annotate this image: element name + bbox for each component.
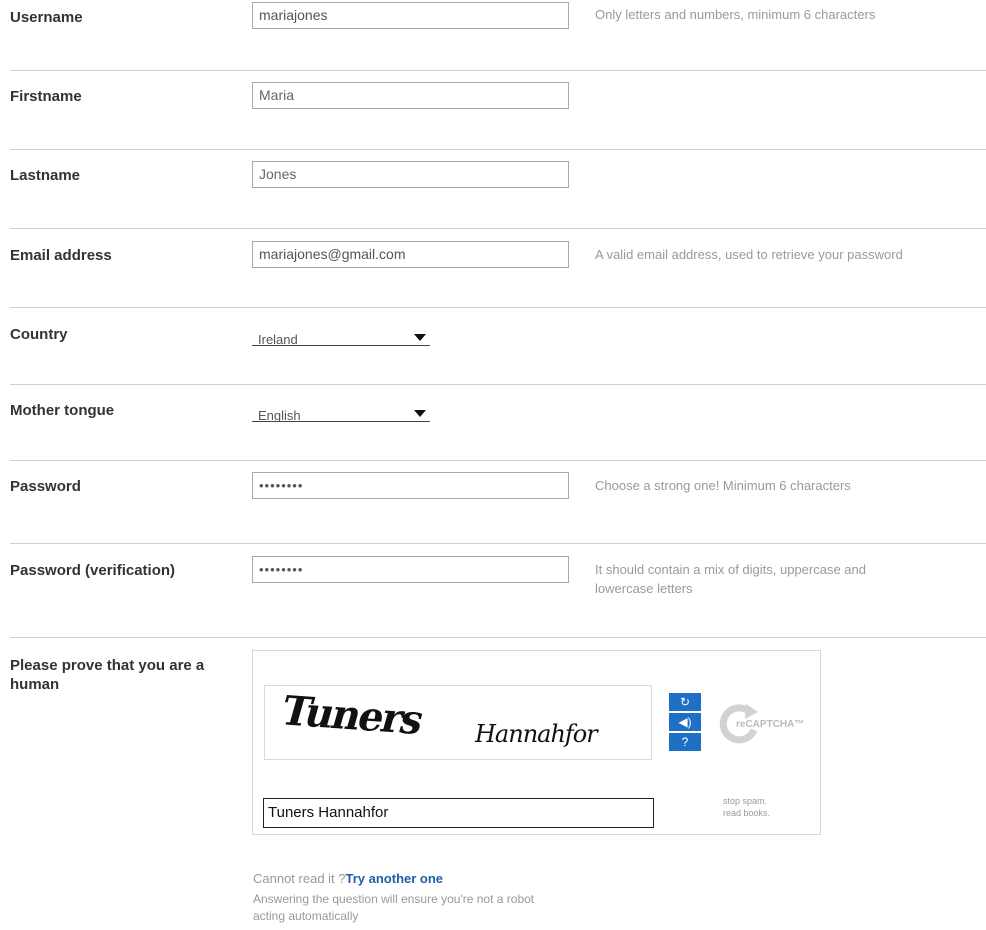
recaptcha-tagline-1: stop spam. xyxy=(723,796,768,806)
password-hint: Choose a strong one! Minimum 6 character… xyxy=(595,478,851,493)
captcha-image: Tuners Hannahfor xyxy=(264,685,652,760)
captcha-audio-button[interactable]: ◀) xyxy=(669,713,701,731)
recaptcha-brand: reCAPTCHA™ xyxy=(736,719,805,730)
password-verification-hint-line2: lowercase letters xyxy=(595,581,693,596)
mother-tongue-label: Mother tongue xyxy=(10,402,115,419)
captcha-note-line2: acting automatically xyxy=(253,909,359,923)
captcha-label-line1: Please prove that you are a xyxy=(10,657,205,674)
divider xyxy=(10,70,986,71)
captcha-label-line2: human xyxy=(10,676,60,693)
captcha-cannot-read: Cannot read it ?Try another one xyxy=(253,871,443,887)
lastname-label: Lastname xyxy=(10,167,81,184)
mother-tongue-select[interactable]: English xyxy=(252,396,430,422)
refresh-icon: ↻ xyxy=(679,695,691,709)
password-verification-hint-line1: It should contain a mix of digits, upper… xyxy=(595,562,866,577)
country-selected-value: Ireland xyxy=(258,332,298,346)
divider xyxy=(10,460,986,461)
email-hint: A valid email address, used to retrieve … xyxy=(595,247,903,262)
divider xyxy=(10,307,986,308)
firstname-input[interactable]: Maria xyxy=(252,82,569,109)
recaptcha-tagline-2: read books. xyxy=(723,808,771,818)
country-select[interactable]: Ireland xyxy=(252,320,430,346)
captcha-help-button[interactable]: ? xyxy=(669,733,701,751)
try-another-link[interactable]: Try another one xyxy=(346,871,444,886)
audio-icon: ◀) xyxy=(678,715,692,729)
email-input[interactable]: mariajones@gmail.com xyxy=(252,241,569,268)
chevron-down-icon xyxy=(414,334,426,341)
divider xyxy=(10,149,986,150)
divider xyxy=(10,384,986,385)
lastname-input[interactable]: Jones xyxy=(252,161,569,188)
password-verification-input[interactable]: •••••••• xyxy=(252,556,569,583)
email-label: Email address xyxy=(10,247,112,264)
divider xyxy=(10,228,986,229)
chevron-down-icon xyxy=(414,410,426,417)
divider xyxy=(10,543,986,544)
captcha-word-2: Hannahfor xyxy=(475,720,598,748)
password-verification-label: Password (verification) xyxy=(10,562,176,579)
password-input[interactable]: •••••••• xyxy=(252,472,569,499)
captcha-refresh-button[interactable]: ↻ xyxy=(669,693,701,711)
username-hint: Only letters and numbers, minimum 6 char… xyxy=(595,7,876,22)
help-icon: ? xyxy=(681,735,689,749)
captcha-answer-input[interactable]: Tuners Hannahfor xyxy=(263,798,654,828)
captcha-note-line1: Answering the question will ensure you'r… xyxy=(253,892,535,906)
captcha-word-1: Tuners xyxy=(275,687,428,744)
mother-tongue-selected-value: English xyxy=(258,408,301,422)
recaptcha-logo: reCAPTCHA™ xyxy=(718,700,818,750)
password-label: Password xyxy=(10,478,81,495)
username-label: Username xyxy=(10,9,83,26)
cannot-read-text: Cannot read it ? xyxy=(253,871,346,886)
divider xyxy=(10,637,986,638)
username-input[interactable]: mariajones xyxy=(252,2,569,29)
firstname-label: Firstname xyxy=(10,88,82,105)
country-label: Country xyxy=(10,326,68,343)
